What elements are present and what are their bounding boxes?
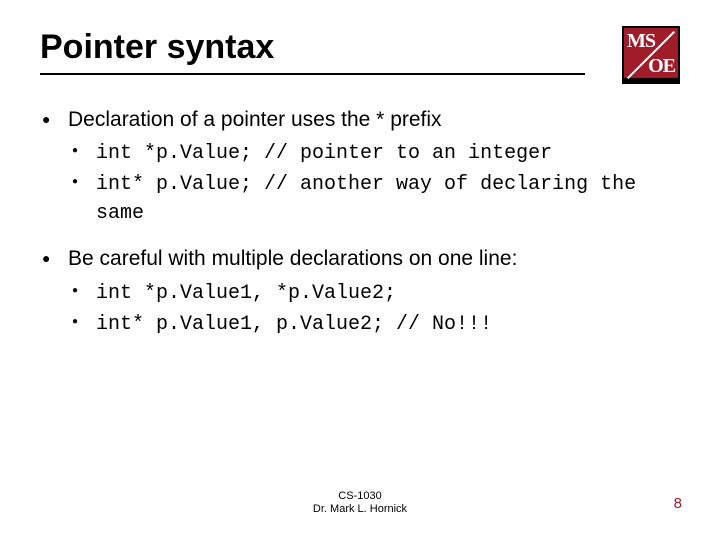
sub-list: int *p.Value1, *p.Value2; int* p.Value1,… (68, 278, 680, 338)
code-text: int *p.Value1, *p.Value2; (96, 282, 396, 305)
content-area: Declaration of a pointer uses the * pref… (40, 106, 680, 338)
bullet-list: Declaration of a pointer uses the * pref… (40, 106, 680, 338)
bullet-text: Be careful with multiple declarations on… (68, 247, 517, 270)
logo-text-top: MS (627, 30, 655, 53)
sub-list: int *p.Value; // pointer to an integer i… (68, 138, 680, 227)
footer: CS-1030 Dr. Mark L. Hornick (0, 490, 720, 516)
footer-course: CS-1030 (0, 490, 720, 503)
msoe-logo: MS OE (622, 26, 680, 84)
code-text: int* p.Value; // another way of declarin… (96, 173, 636, 225)
list-item: Declaration of a pointer uses the * pref… (40, 106, 680, 227)
code-text: int *p.Value; // pointer to an integer (96, 142, 552, 165)
title-block: Pointer syntax (40, 28, 585, 75)
page-number: 8 (674, 495, 682, 512)
list-item: int *p.Value; // pointer to an integer (68, 138, 680, 167)
bullet-text: Declaration of a pointer uses the * pref… (68, 108, 442, 131)
logo-text-bottom: OE (648, 55, 675, 78)
list-item: int* p.Value; // another way of declarin… (68, 169, 680, 227)
title-row: Pointer syntax MS OE (40, 28, 680, 84)
list-item: int* p.Value1, p.Value2; // No!!! (68, 309, 680, 338)
list-item: int *p.Value1, *p.Value2; (68, 278, 680, 307)
footer-author: Dr. Mark L. Hornick (0, 503, 720, 516)
code-text: int* p.Value1, p.Value2; // No!!! (96, 313, 492, 336)
slide-title: Pointer syntax (40, 28, 585, 73)
slide: Pointer syntax MS OE Declaration of a po… (0, 0, 720, 540)
list-item: Be careful with multiple declarations on… (40, 245, 680, 337)
